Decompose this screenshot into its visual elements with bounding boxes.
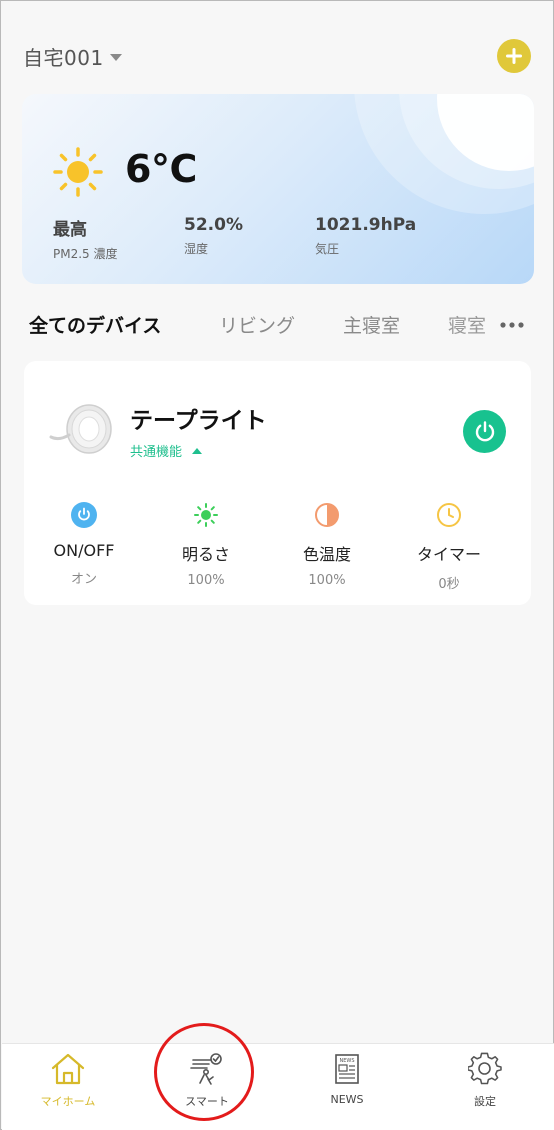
chevron-down-icon	[109, 53, 122, 61]
device-power-button[interactable]	[463, 410, 506, 453]
nav-label: 設定	[474, 1095, 496, 1108]
control-name: ON/OFF	[53, 541, 115, 560]
pressure-value: 1021.9hPa	[315, 215, 417, 235]
common-functions-toggle[interactable]: 共通機能	[130, 441, 203, 460]
nav-label: マイホーム	[40, 1095, 96, 1108]
humidity-value: 52.0%	[184, 215, 243, 235]
brightness-icon	[194, 503, 218, 527]
home-icon	[51, 1053, 85, 1085]
control-color-temperature[interactable]: 色温度 100%	[272, 501, 382, 588]
nav-settings[interactable]: 設定	[430, 1051, 540, 1109]
chevron-up-icon	[192, 447, 203, 454]
add-button[interactable]	[497, 39, 531, 73]
nav-my-home[interactable]: マイホーム	[13, 1051, 123, 1109]
control-value: 0秒	[438, 577, 460, 592]
news-icon: NEWS	[335, 1054, 359, 1084]
weather-decoration	[354, 94, 534, 214]
home-selector[interactable]: 自宅001	[23, 41, 122, 71]
pressure-label: 気圧	[315, 242, 340, 256]
timer-icon	[437, 503, 461, 527]
control-value: 100%	[187, 573, 225, 588]
tab-overflow: 寝室	[441, 311, 491, 341]
control-value: 100%	[308, 573, 346, 588]
device-name: テープライト	[130, 408, 267, 434]
smart-scene-icon	[190, 1053, 222, 1085]
tab-all-devices[interactable]: 全てのデバイス	[29, 311, 161, 338]
tab-bedroom[interactable]: 寝室	[448, 311, 486, 338]
tab-living[interactable]: リビング	[219, 311, 295, 338]
home-name: 自宅001	[23, 45, 104, 70]
nav-label: スマート	[185, 1095, 229, 1108]
pm25-stat: 最高 PM2.5 濃度	[53, 215, 118, 262]
tab-master-bedroom[interactable]: 主寝室	[343, 311, 400, 338]
humidity-label: 湿度	[184, 242, 209, 256]
control-name: タイマー	[416, 545, 481, 564]
plus-icon	[506, 48, 522, 64]
app-screen: 自宅001 6°C 最高 PM2.5 濃度 52.0% 湿度 1021.9hPa…	[0, 0, 554, 1130]
pm25-value: 最高	[53, 220, 87, 240]
more-icon[interactable]	[499, 317, 525, 333]
nav-smart[interactable]: スマート	[152, 1051, 262, 1109]
gear-icon	[468, 1052, 502, 1085]
control-name: 色温度	[302, 545, 351, 564]
room-tabs: 全てのデバイス リビング 主寝室 寝室	[1, 311, 554, 341]
power-icon	[71, 502, 97, 528]
sun-icon	[53, 147, 103, 197]
control-on-off[interactable]: ON/OFF オン	[29, 501, 139, 587]
control-value: オン	[70, 572, 97, 587]
control-name: 明るさ	[181, 545, 230, 564]
pressure-stat: 1021.9hPa 気圧	[315, 215, 416, 257]
nav-label: NEWS	[330, 1093, 364, 1106]
control-timer[interactable]: タイマー 0秒	[394, 501, 504, 592]
temperature: 6°C	[125, 147, 197, 191]
svg-text:NEWS: NEWS	[339, 1058, 354, 1064]
color-temperature-icon	[315, 503, 339, 527]
tape-light-image	[49, 404, 112, 454]
common-functions-label: 共通機能	[130, 445, 183, 460]
humidity-stat: 52.0% 湿度	[184, 215, 243, 257]
control-brightness[interactable]: 明るさ 100%	[151, 501, 261, 588]
nav-news[interactable]: NEWS NEWS	[292, 1051, 402, 1106]
power-icon	[475, 420, 494, 441]
pm25-label: PM2.5 濃度	[53, 247, 118, 261]
